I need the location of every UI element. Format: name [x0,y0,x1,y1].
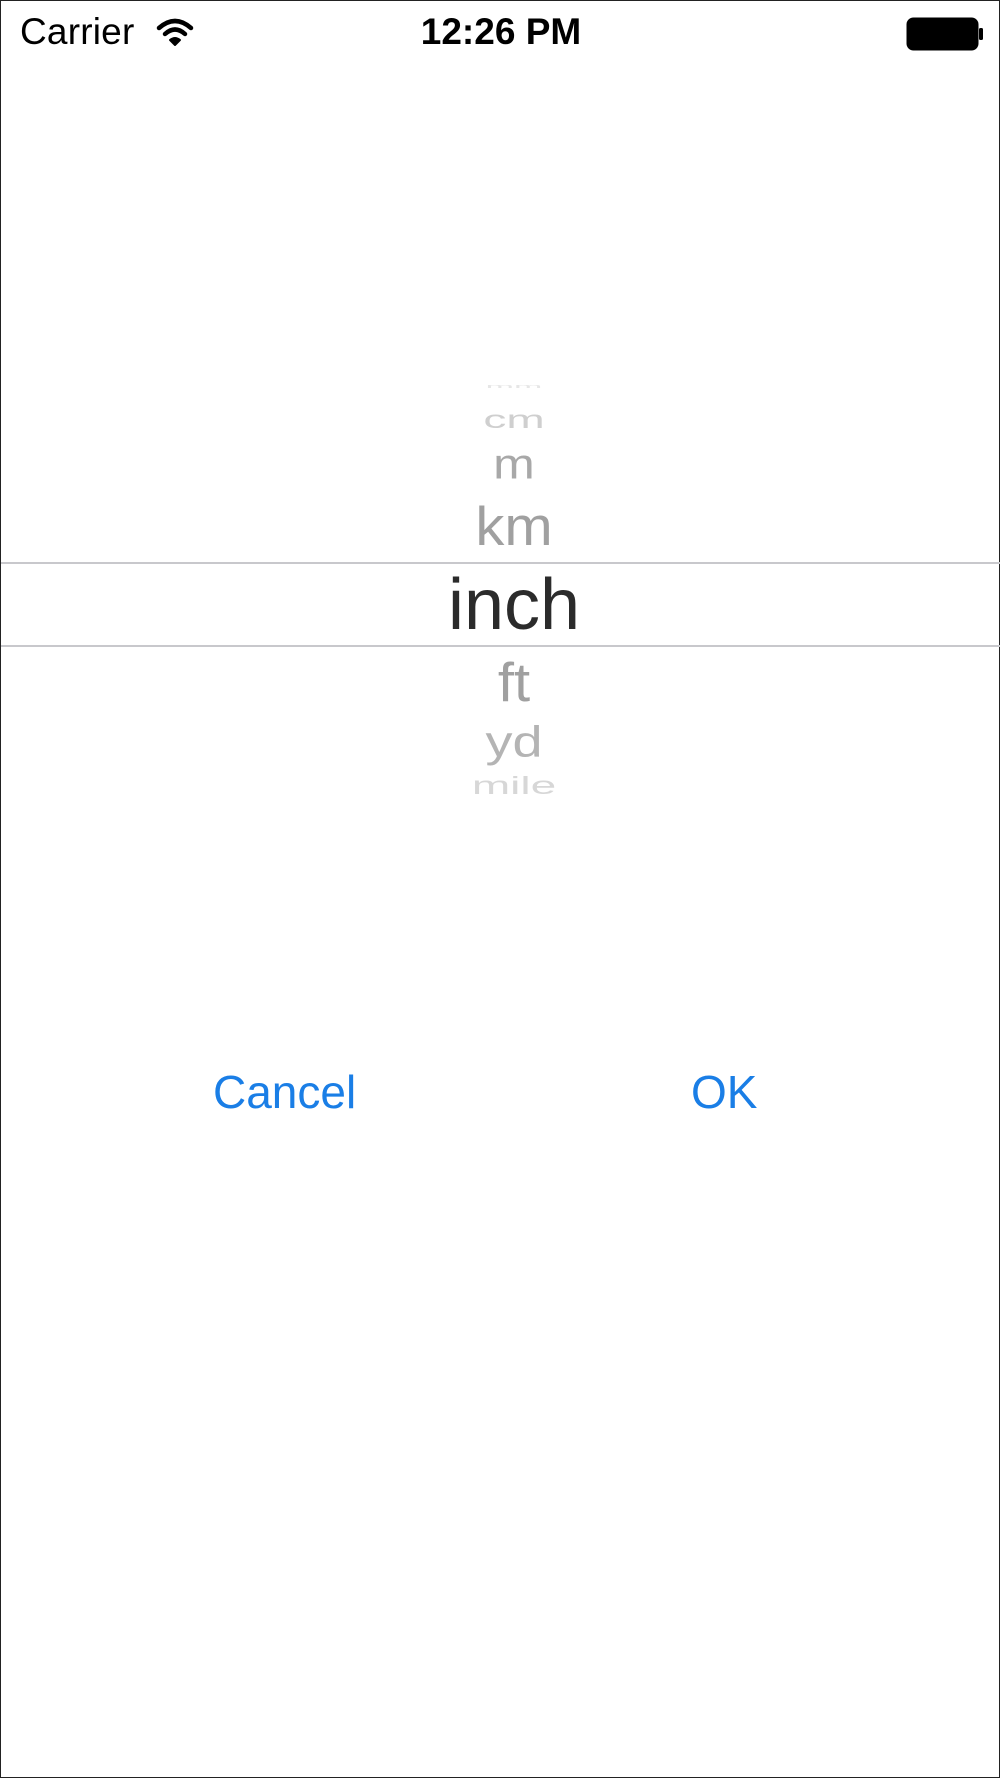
cancel-button[interactable]: Cancel [213,1065,356,1119]
picker-option-m[interactable]: m [1,443,1000,486]
ok-button[interactable]: OK [691,1065,757,1119]
picker-option-inch-selected[interactable]: inch [1,569,1000,641]
selection-indicator-top [1,562,1000,564]
battery-full-icon [906,17,983,51]
status-time: 12:26 PM [420,11,582,52]
selection-indicator-bottom [1,645,1000,647]
picker-option-mm[interactable]: mm [1,384,1000,388]
picker-option-ft[interactable]: ft [1,655,1000,710]
unit-picker[interactable]: mm cm m km inch ft yd mile [1,376,1000,816]
screen: Carrier 12:26 PM mm cm m km inch ft yd m… [0,0,1000,1778]
picker-option-cm[interactable]: cm [1,406,1000,431]
picker-option-mile[interactable]: mile [1,772,1000,797]
picker-option-yd[interactable]: yd [1,720,1000,763]
status-bar: Carrier 12:26 PM [1,1,1000,67]
picker-option-km[interactable]: km [1,499,1000,554]
